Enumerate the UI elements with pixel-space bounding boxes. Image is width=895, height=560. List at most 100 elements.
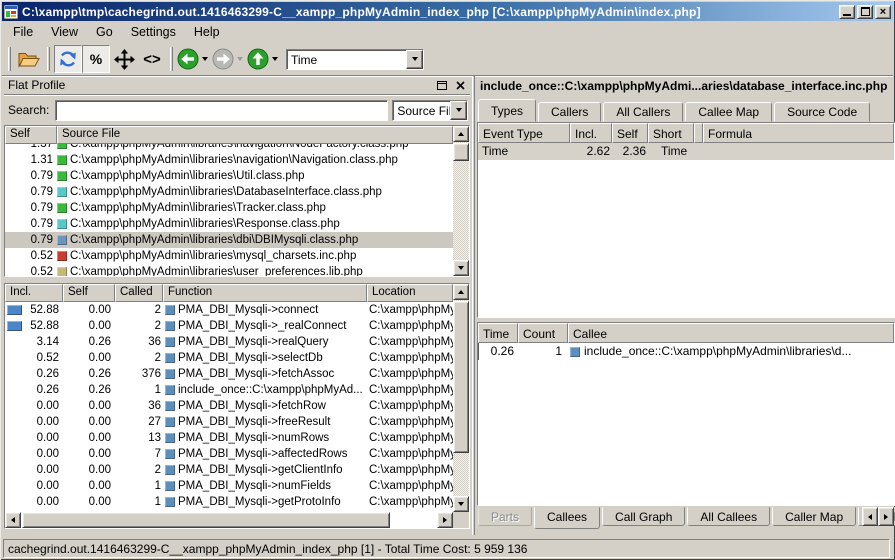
column-header-short[interactable]: Short: [648, 123, 694, 143]
group-selector-dropdown[interactable]: [450, 101, 467, 120]
table-row[interactable]: 1.37C:\xampp\phpMyAdmin\libraries\naviga…: [5, 144, 453, 152]
column-header-event-type[interactable]: Event Type: [478, 123, 570, 143]
bottom-tabbar: PartsCalleesCall GraphAll CalleesCaller …: [478, 507, 894, 529]
dock-header[interactable]: Flat Profile: [4, 76, 470, 95]
table-row[interactable]: 0.261include_once::C:\xampp\phpMyAdmin\l…: [478, 343, 894, 360]
scroll-down-button[interactable]: [453, 260, 469, 276]
table-row[interactable]: 0.79C:\xampp\phpMyAdmin\libraries\Respon…: [5, 216, 453, 232]
menu-help[interactable]: Help: [185, 22, 229, 42]
function-table-vscroll[interactable]: [453, 284, 469, 528]
maximize-button[interactable]: [857, 5, 873, 19]
menu-go[interactable]: Go: [87, 22, 122, 42]
toolbar-grip[interactable]: [8, 47, 11, 71]
column-header-location[interactable]: Location: [367, 284, 453, 302]
open-file-button[interactable]: [15, 45, 43, 73]
table-row[interactable]: 0.52C:\xampp\phpMyAdmin\libraries\mysql_…: [5, 248, 453, 264]
column-header-called[interactable]: Called: [115, 284, 163, 302]
table-row[interactable]: 0.000.0027PMA_DBI_Mysqli->freeResultC:\x…: [5, 414, 453, 430]
group-selector[interactable]: Source File: [392, 100, 468, 121]
column-header-time[interactable]: Time: [478, 323, 518, 343]
column-header-self[interactable]: Self: [612, 123, 648, 143]
scroll-up-button[interactable]: [453, 126, 469, 142]
toolbar-grip[interactable]: [170, 47, 173, 71]
table-row[interactable]: 0.000.0036PMA_DBI_Mysqli->fetchRowC:\xam…: [5, 398, 453, 414]
tab-scroll-left-button[interactable]: [862, 507, 878, 526]
toolbar-grip[interactable]: [47, 47, 50, 71]
cell-incl: 0.00: [5, 430, 63, 446]
column-header-count[interactable]: Count: [518, 323, 568, 343]
swap-panes-button[interactable]: <>: [138, 45, 166, 73]
back-button[interactable]: [177, 48, 208, 70]
event-type-selector[interactable]: Time: [286, 49, 424, 70]
table-row[interactable]: 52.880.002PMA_DBI_Mysqli->_realConnectC:…: [5, 318, 453, 334]
forward-icon: [212, 48, 234, 70]
table-row[interactable]: 0.000.001PMA_DBI_Mysqli->numFieldsC:\xam…: [5, 478, 453, 494]
tab-callees[interactable]: Callees: [534, 507, 600, 529]
source-list-body: 1.37C:\xampp\phpMyAdmin\libraries\naviga…: [5, 144, 453, 276]
cell-function: PMA_DBI_Mysqli->numRows: [163, 430, 367, 446]
menu-view[interactable]: View: [42, 22, 87, 42]
column-header-incl-[interactable]: Incl.: [570, 123, 612, 143]
scroll-up-button[interactable]: [453, 284, 469, 300]
tab-caller-map[interactable]: Caller Map: [772, 507, 856, 526]
event-type-selector-dropdown[interactable]: [406, 50, 423, 69]
up-button[interactable]: [247, 48, 278, 70]
titlebar[interactable]: C:\xampp\tmp\cachegrind.out.1416463299-C…: [2, 2, 893, 21]
scroll-thumb[interactable]: [22, 512, 390, 528]
percent-toggle-button[interactable]: %: [82, 45, 110, 73]
table-row[interactable]: 3.140.2636PMA_DBI_Mysqli->realQueryC:\xa…: [5, 334, 453, 350]
search-input[interactable]: [55, 100, 388, 121]
scroll-down-button[interactable]: [453, 496, 469, 512]
table-row[interactable]: 0.79C:\xampp\phpMyAdmin\libraries\Tracke…: [5, 200, 453, 216]
table-row[interactable]: 0.000.002PMA_DBI_Mysqli->getClientInfoC:…: [5, 462, 453, 478]
scroll-left-button[interactable]: [5, 512, 21, 528]
refresh-button[interactable]: [54, 45, 82, 73]
column-header-self[interactable]: Self: [63, 284, 115, 302]
expand-button[interactable]: [110, 45, 138, 73]
scroll-thumb[interactable]: [453, 301, 469, 453]
table-row[interactable]: 0.79C:\xampp\phpMyAdmin\libraries\Databa…: [5, 184, 453, 200]
table-row[interactable]: 0.000.0013PMA_DBI_Mysqli->numRowsC:\xamp…: [5, 430, 453, 446]
tab-callee-map[interactable]: Callee Map: [685, 102, 772, 122]
table-row[interactable]: 52.880.002PMA_DBI_Mysqli->connectC:\xamp…: [5, 302, 453, 318]
menu-settings[interactable]: Settings: [122, 22, 185, 42]
column-header-formula[interactable]: Formula: [703, 123, 894, 143]
tab-all-callers[interactable]: All Callers: [603, 102, 683, 122]
dock-float-button[interactable]: [434, 78, 450, 92]
cell-called: 2: [115, 462, 163, 478]
table-row[interactable]: 0.000.001PMA_DBI_Mysqli->getProtoInfoC:\…: [5, 494, 453, 510]
column-header-source-file[interactable]: Source File: [57, 126, 453, 144]
table-row[interactable]: 0.260.261include_once::C:\xampp\phpMyAd.…: [5, 382, 453, 398]
table-row[interactable]: 1.31C:\xampp\phpMyAdmin\libraries\naviga…: [5, 152, 453, 168]
table-row[interactable]: 0.79C:\xampp\phpMyAdmin\libraries\Util.c…: [5, 168, 453, 184]
scroll-thumb[interactable]: [453, 143, 469, 161]
table-row[interactable]: Time2.622.36Time: [478, 143, 894, 160]
table-row[interactable]: 0.520.002PMA_DBI_Mysqli->selectDbC:\xamp…: [5, 350, 453, 366]
table-row[interactable]: 0.000.007PMA_DBI_Mysqli->affectedRowsC:\…: [5, 446, 453, 462]
table-row[interactable]: 0.52C:\xampp\phpMyAdmin\libraries\user_p…: [5, 264, 453, 276]
source-list-vscroll[interactable]: [453, 126, 469, 276]
minimize-button[interactable]: [839, 5, 855, 19]
dock-close-button[interactable]: [452, 78, 468, 92]
tab-source-code[interactable]: Source Code: [774, 102, 870, 122]
column-header-function[interactable]: Function: [163, 284, 367, 302]
tab-types[interactable]: Types: [478, 99, 536, 122]
function-table-hscroll[interactable]: [5, 512, 453, 528]
tab-scroll-right-button[interactable]: [878, 507, 894, 526]
column-header-self[interactable]: Self: [5, 126, 57, 144]
back-dropdown-caret[interactable]: [202, 57, 208, 61]
up-dropdown-caret[interactable]: [272, 57, 278, 61]
close-button[interactable]: ×: [875, 5, 891, 19]
tab-callers[interactable]: Callers: [538, 102, 601, 122]
scroll-right-button[interactable]: [437, 512, 453, 528]
column-header-spacer[interactable]: [694, 123, 703, 143]
table-row[interactable]: 0.79C:\xampp\phpMyAdmin\libraries\dbi\DB…: [5, 232, 453, 248]
tab-all-callees[interactable]: All Callees: [687, 507, 770, 526]
cell-called: 7: [115, 446, 163, 462]
menu-file[interactable]: File: [4, 22, 42, 42]
column-header-callee[interactable]: Callee: [568, 323, 894, 343]
tab-call-graph[interactable]: Call Graph: [602, 507, 685, 526]
column-header-incl-[interactable]: Incl.: [5, 284, 63, 302]
table-row[interactable]: 0.260.26376PMA_DBI_Mysqli->fetchAssocC:\…: [5, 366, 453, 382]
forward-button[interactable]: [212, 48, 243, 70]
